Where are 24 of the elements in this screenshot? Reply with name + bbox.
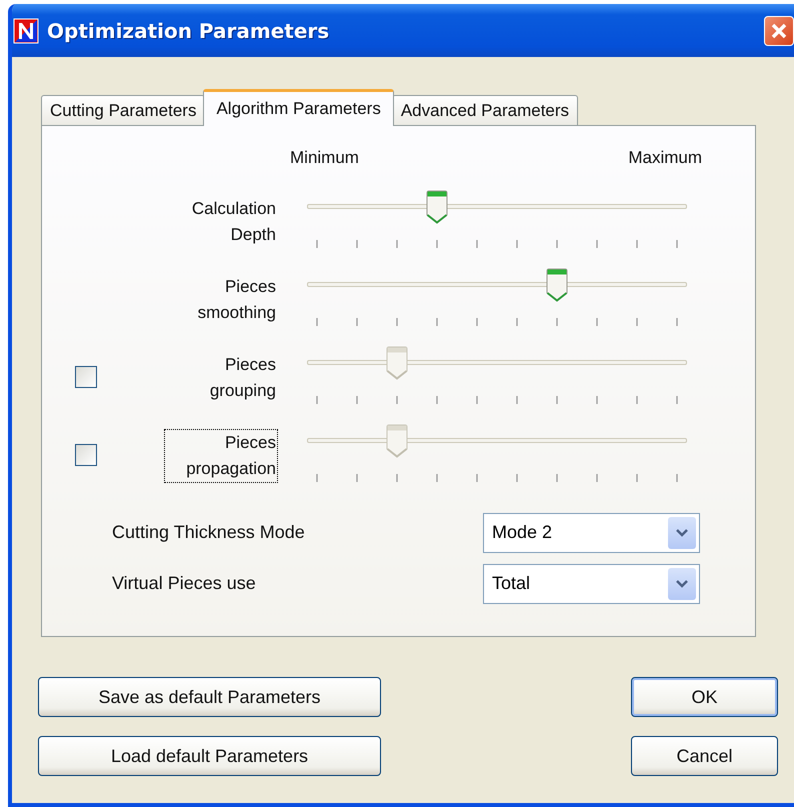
button[interactable]: OK	[631, 677, 778, 717]
slider-label: Calculation Depth	[190, 198, 277, 246]
chevron-down-icon[interactable]	[668, 568, 696, 600]
button[interactable]: Cancel	[631, 736, 778, 776]
tab[interactable]: Cutting Parameters	[41, 95, 206, 125]
slider-thumb[interactable]	[546, 268, 568, 302]
dropdown-label: Virtual Pieces use	[112, 573, 256, 594]
tab[interactable]: Advanced Parameters	[392, 95, 578, 125]
slider-thumb[interactable]	[426, 190, 448, 224]
slider-label: Pieces grouping	[208, 354, 277, 402]
dropdown[interactable]: Total	[483, 564, 700, 604]
window-title: Optimization Parameters	[47, 18, 330, 42]
chevron-down-icon[interactable]	[668, 516, 696, 548]
scale-min-label: Minimum	[290, 148, 359, 169]
button[interactable]: Load default Parameters	[38, 736, 381, 776]
tab[interactable]: Algorithm Parameters	[203, 89, 394, 126]
dropdown-label: Cutting Thickness Mode	[112, 522, 305, 543]
app-logo-icon	[13, 18, 39, 44]
dropdown[interactable]: Mode 2	[483, 512, 700, 552]
slider-label: Pieces propagation	[165, 430, 277, 482]
close-button[interactable]	[764, 16, 794, 46]
slider-label: Pieces smoothing	[196, 276, 277, 324]
button[interactable]: Save as default Parameters	[38, 677, 381, 717]
scale-max-label: Maximum	[628, 148, 702, 169]
